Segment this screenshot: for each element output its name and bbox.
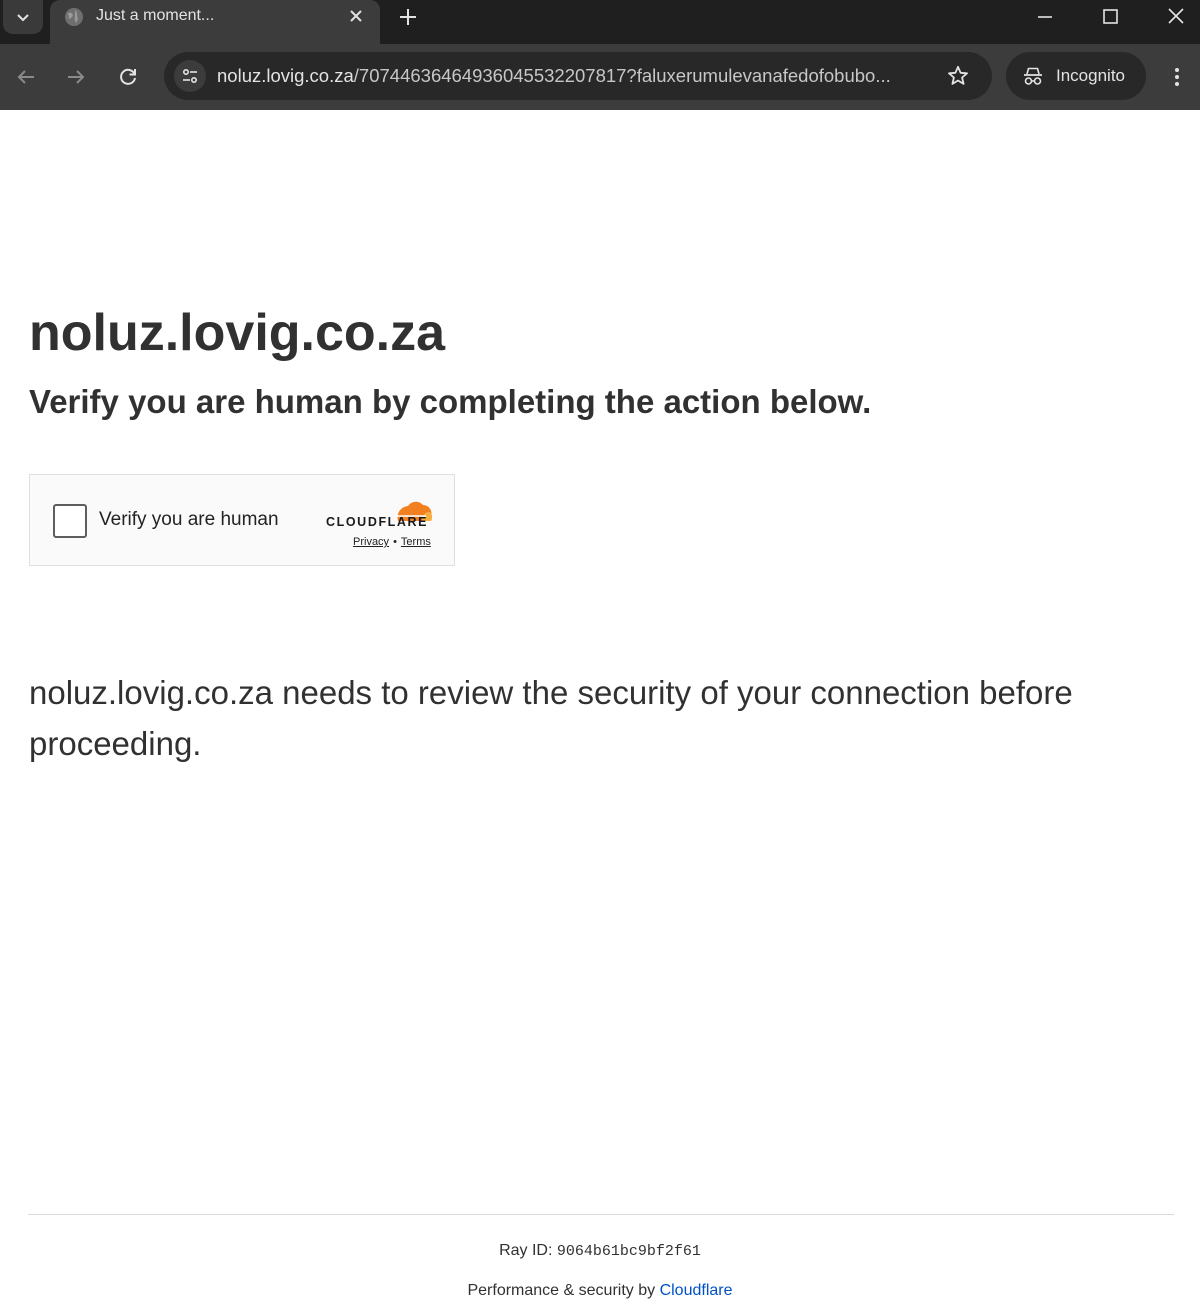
url-host: noluz.lovig.co.za [217, 65, 354, 86]
url-path: /70744636464936045532207817?faluxerumule… [353, 65, 891, 86]
tab-search-button[interactable] [3, 0, 43, 34]
privacy-link[interactable]: Privacy [353, 536, 389, 548]
incognito-indicator[interactable]: Incognito [1006, 52, 1146, 100]
globe-icon [65, 8, 83, 26]
link-separator: • [393, 536, 397, 548]
domain-heading: noluz.lovig.co.za [29, 304, 446, 362]
minimize-icon[interactable] [1032, 4, 1058, 30]
footer-divider [28, 1214, 1174, 1215]
ray-id-label: Ray ID: [499, 1242, 553, 1259]
forward-icon[interactable] [64, 65, 88, 89]
url-text[interactable]: noluz.lovig.co.za/7074463646493604553220… [217, 65, 937, 87]
cloudflare-wordmark: CLOUDFLARE [326, 515, 429, 529]
incognito-label: Incognito [1056, 66, 1125, 85]
active-tab[interactable]: Just a moment... [50, 0, 380, 44]
back-icon[interactable] [14, 65, 38, 89]
browser-tabstrip: Just a moment... [0, 0, 1200, 44]
ray-id-value: 9064b61bc9bf2f61 [556, 1243, 701, 1260]
tab-title: Just a moment... [96, 7, 215, 24]
ray-id: Ray ID: 9064b61bc9bf2f61 [0, 1242, 1200, 1260]
star-icon[interactable] [946, 64, 970, 88]
reload-icon[interactable] [116, 65, 140, 89]
browser-toolbar: noluz.lovig.co.za/7074463646493604553220… [0, 44, 1200, 110]
terms-link[interactable]: Terms [401, 536, 431, 548]
close-icon[interactable] [346, 6, 366, 26]
widget-links: Privacy • Terms [353, 536, 431, 548]
address-bar[interactable]: noluz.lovig.co.za/7074463646493604553220… [164, 52, 992, 100]
site-settings-icon [182, 68, 198, 84]
more-vert-icon[interactable] [1165, 65, 1189, 89]
verify-checkbox[interactable] [53, 504, 87, 538]
incognito-icon [1024, 67, 1042, 85]
plus-icon[interactable] [396, 5, 420, 29]
turnstile-widget: Verify you are human CLOUDFLARE Privacy •… [29, 474, 455, 566]
window-close-icon[interactable] [1163, 4, 1189, 30]
performance-text: Performance & security by [467, 1282, 656, 1299]
security-review-message: noluz.lovig.co.za needs to review the se… [29, 674, 1073, 762]
maximize-icon[interactable] [1097, 4, 1123, 30]
site-info-button[interactable] [174, 60, 206, 92]
performance-credit: Performance & security by Cloudflare [0, 1282, 1200, 1300]
verify-subheading: Verify you are human by completing the a… [29, 383, 872, 420]
cloudflare-link[interactable]: Cloudflare [660, 1282, 733, 1299]
chevron-down-icon [17, 14, 29, 22]
verify-label[interactable]: Verify you are human [99, 509, 279, 531]
